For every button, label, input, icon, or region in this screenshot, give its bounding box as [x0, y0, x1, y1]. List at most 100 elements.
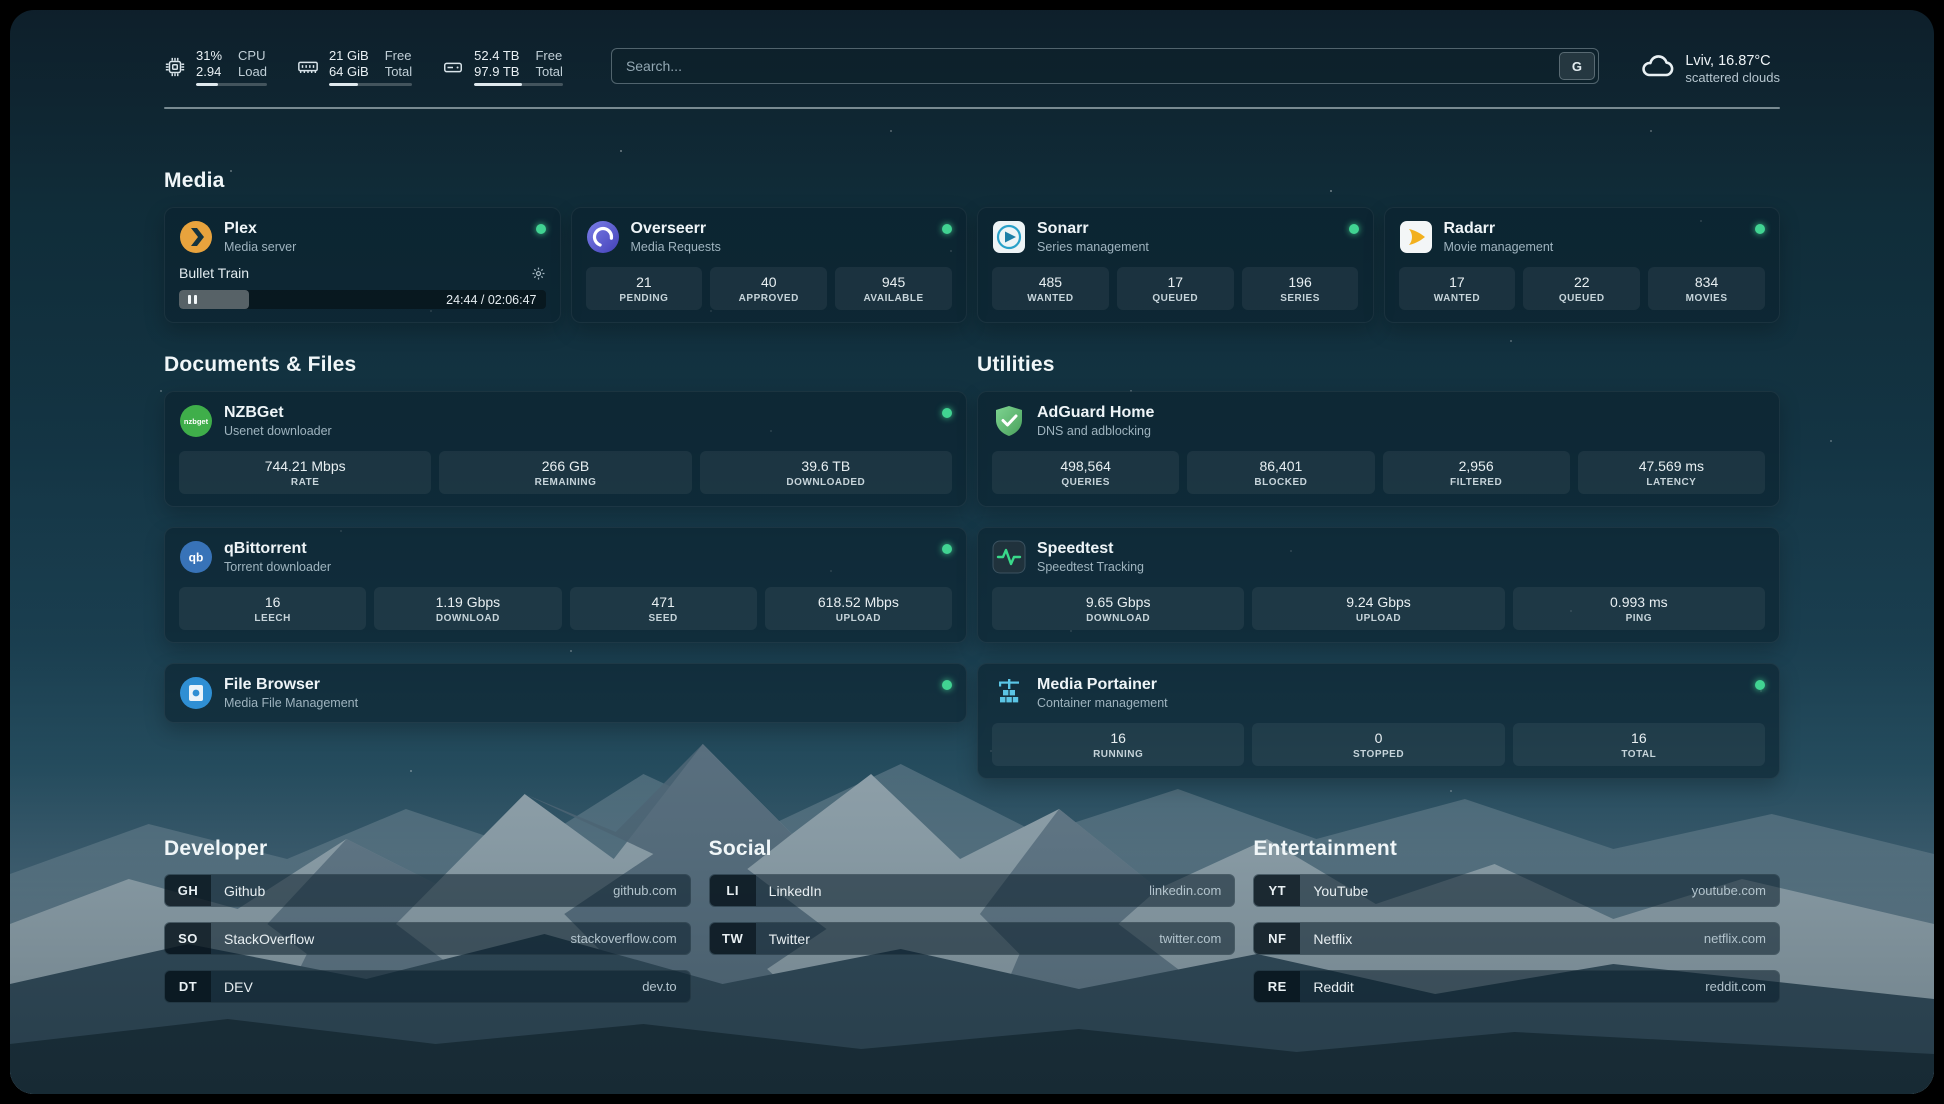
bookmark-url: dev.to — [642, 979, 676, 994]
overseerr-stats: 21 PENDING 40 APPROVED 945 AVAILABLE — [586, 267, 953, 310]
service-name: Media Portainer — [1037, 676, 1168, 694]
card-adguard[interactable]: AdGuard Home DNS and adblocking 498,564 … — [977, 391, 1780, 507]
gear-icon[interactable] — [531, 266, 546, 281]
memory-total-label: Total — [385, 64, 412, 79]
disk-free-label: Free — [535, 48, 562, 63]
plex-header: Plex Media server — [179, 220, 546, 254]
service-name: Overseerr — [631, 220, 721, 238]
bookmark-github[interactable]: GH Github github.com — [164, 874, 691, 907]
disk-usage-bar — [474, 83, 563, 86]
section-title-media: Media — [164, 169, 1780, 193]
svg-text:nzbget: nzbget — [184, 417, 209, 426]
bookmark-netflix[interactable]: NF Netflix netflix.com — [1253, 922, 1780, 955]
card-speedtest[interactable]: Speedtest Speedtest Tracking 9.65 Gbps D… — [977, 527, 1780, 643]
bookmark-linkedin[interactable]: LI LinkedIn linkedin.com — [709, 874, 1236, 907]
weather-widget[interactable]: Lviv, 16.87°C scattered clouds — [1639, 48, 1780, 89]
bookmark-twitter[interactable]: TW Twitter twitter.com — [709, 922, 1236, 955]
service-name: Speedtest — [1037, 540, 1144, 558]
qbittorrent-header: qb qBittorrent Torrent downloader — [179, 540, 952, 574]
now-playing-title: Bullet Train — [179, 265, 249, 281]
stat-queries: 498,564 QUERIES — [992, 451, 1179, 494]
bookmark-reddit[interactable]: RE Reddit reddit.com — [1253, 970, 1780, 1003]
pause-icon[interactable] — [188, 295, 197, 304]
media-card-grid: Plex Media server Bullet Train — [164, 207, 1780, 323]
stat-available: 945 AVAILABLE — [835, 267, 952, 310]
utilities-column: Utilities — [977, 353, 1780, 779]
bookmark-abbr: TW — [710, 923, 756, 954]
service-name: NZBGet — [224, 404, 332, 422]
card-qbittorrent[interactable]: qb qBittorrent Torrent downloader 16 — [164, 527, 967, 643]
stat-total: 16 TOTAL — [1513, 723, 1765, 766]
resource-widgets: 31% CPU 2.94 Load — [164, 48, 563, 86]
dashboard-screen: 31% CPU 2.94 Load — [10, 10, 1934, 1094]
disk-widget: 52.4 TB Free 97.9 TB Total — [442, 48, 563, 86]
memory-data: 21 GiB Free 64 GiB Total — [329, 48, 412, 86]
portainer-icon — [992, 676, 1026, 710]
stat-pending: 21 PENDING — [586, 267, 703, 310]
service-subtitle: Media File Management — [224, 696, 358, 710]
cpu-label: CPU — [238, 48, 267, 63]
stat-download: 9.65 Gbps DOWNLOAD — [992, 587, 1244, 630]
playback-progress-bar[interactable]: 24:44 / 02:06:47 — [179, 290, 546, 309]
cpu-data: 31% CPU 2.94 Load — [196, 48, 267, 86]
stat-latency: 47.569 ms LATENCY — [1578, 451, 1765, 494]
cpu-load-value: 2.94 — [196, 64, 222, 79]
adguard-header: AdGuard Home DNS and adblocking — [992, 404, 1765, 438]
weather-condition: scattered clouds — [1685, 70, 1780, 85]
plex-now-playing: Bullet Train 24:44 / 02:06:47 — [179, 265, 546, 309]
card-radarr[interactable]: Radarr Movie management 17 WANTED 22 QUE… — [1384, 207, 1781, 323]
status-dot — [536, 224, 546, 234]
search-provider-button[interactable]: G — [1559, 52, 1595, 80]
bookmark-name: Netflix — [1313, 931, 1704, 947]
documents-column: Documents & Files nzbget NZBGet Usenet d… — [164, 353, 967, 723]
nzbget-stats: 744.21 Mbps RATE 266 GB REMAINING 39.6 T… — [179, 451, 952, 494]
nzbget-icon: nzbget — [179, 404, 213, 438]
status-dot — [942, 544, 952, 554]
cpu-icon — [164, 56, 186, 78]
bookmark-dev[interactable]: DT DEV dev.to — [164, 970, 691, 1003]
memory-icon — [297, 56, 319, 78]
card-overseerr[interactable]: Overseerr Media Requests 21 PENDING 40 A… — [571, 207, 968, 323]
bookmark-abbr: SO — [165, 923, 211, 954]
weather-location: Lviv, 16.87°C — [1685, 53, 1780, 69]
bookmark-name: LinkedIn — [769, 883, 1149, 899]
stat-wanted: 17 WANTED — [1399, 267, 1516, 310]
svg-text:qb: qb — [189, 551, 204, 565]
stat-download: 1.19 Gbps DOWNLOAD — [374, 587, 561, 630]
bookmark-abbr: YT — [1254, 875, 1300, 906]
bookmark-url: twitter.com — [1159, 931, 1221, 946]
card-plex[interactable]: Plex Media server Bullet Train — [164, 207, 561, 323]
search-input[interactable] — [611, 48, 1599, 84]
stat-leech: 16 LEECH — [179, 587, 366, 630]
section-title-utilities: Utilities — [977, 353, 1780, 377]
bookmark-youtube[interactable]: YT YouTube youtube.com — [1253, 874, 1780, 907]
memory-widget: 21 GiB Free 64 GiB Total — [297, 48, 412, 86]
card-filebrowser[interactable]: File Browser Media File Management — [164, 663, 967, 723]
card-sonarr[interactable]: Sonarr Series management 485 WANTED 17 Q… — [977, 207, 1374, 323]
card-portainer[interactable]: Media Portainer Container management 16 … — [977, 663, 1780, 779]
service-subtitle: Series management — [1037, 240, 1149, 254]
stat-ping: 0.993 ms PING — [1513, 587, 1765, 630]
stat-approved: 40 APPROVED — [710, 267, 827, 310]
service-name: File Browser — [224, 676, 358, 694]
radarr-stats: 17 WANTED 22 QUEUED 834 MOVIES — [1399, 267, 1766, 310]
memory-usage-bar — [329, 83, 412, 86]
search-bar: G — [611, 48, 1599, 84]
service-subtitle: DNS and adblocking — [1037, 424, 1154, 438]
cpu-widget: 31% CPU 2.94 Load — [164, 48, 267, 86]
card-nzbget[interactable]: nzbget NZBGet Usenet downloader 744.21 M… — [164, 391, 967, 507]
status-dot — [942, 224, 952, 234]
bookmark-groups: Developer GH Github github.com SO StackO… — [164, 837, 1780, 1043]
bookmark-stackoverflow[interactable]: SO StackOverflow stackoverflow.com — [164, 922, 691, 955]
portainer-header: Media Portainer Container management — [992, 676, 1765, 710]
stat-upload: 9.24 Gbps UPLOAD — [1252, 587, 1504, 630]
service-name: qBittorrent — [224, 540, 331, 558]
stat-queued: 17 QUEUED — [1117, 267, 1234, 310]
stat-blocked: 86,401 BLOCKED — [1187, 451, 1374, 494]
stat-stopped: 0 STOPPED — [1252, 723, 1504, 766]
status-dot — [1755, 224, 1765, 234]
service-subtitle: Media Requests — [631, 240, 721, 254]
cpu-usage-bar — [196, 83, 267, 86]
overseerr-header: Overseerr Media Requests — [586, 220, 953, 254]
bookmark-group-entertainment: Entertainment YT YouTube youtube.com NF … — [1253, 837, 1780, 1003]
